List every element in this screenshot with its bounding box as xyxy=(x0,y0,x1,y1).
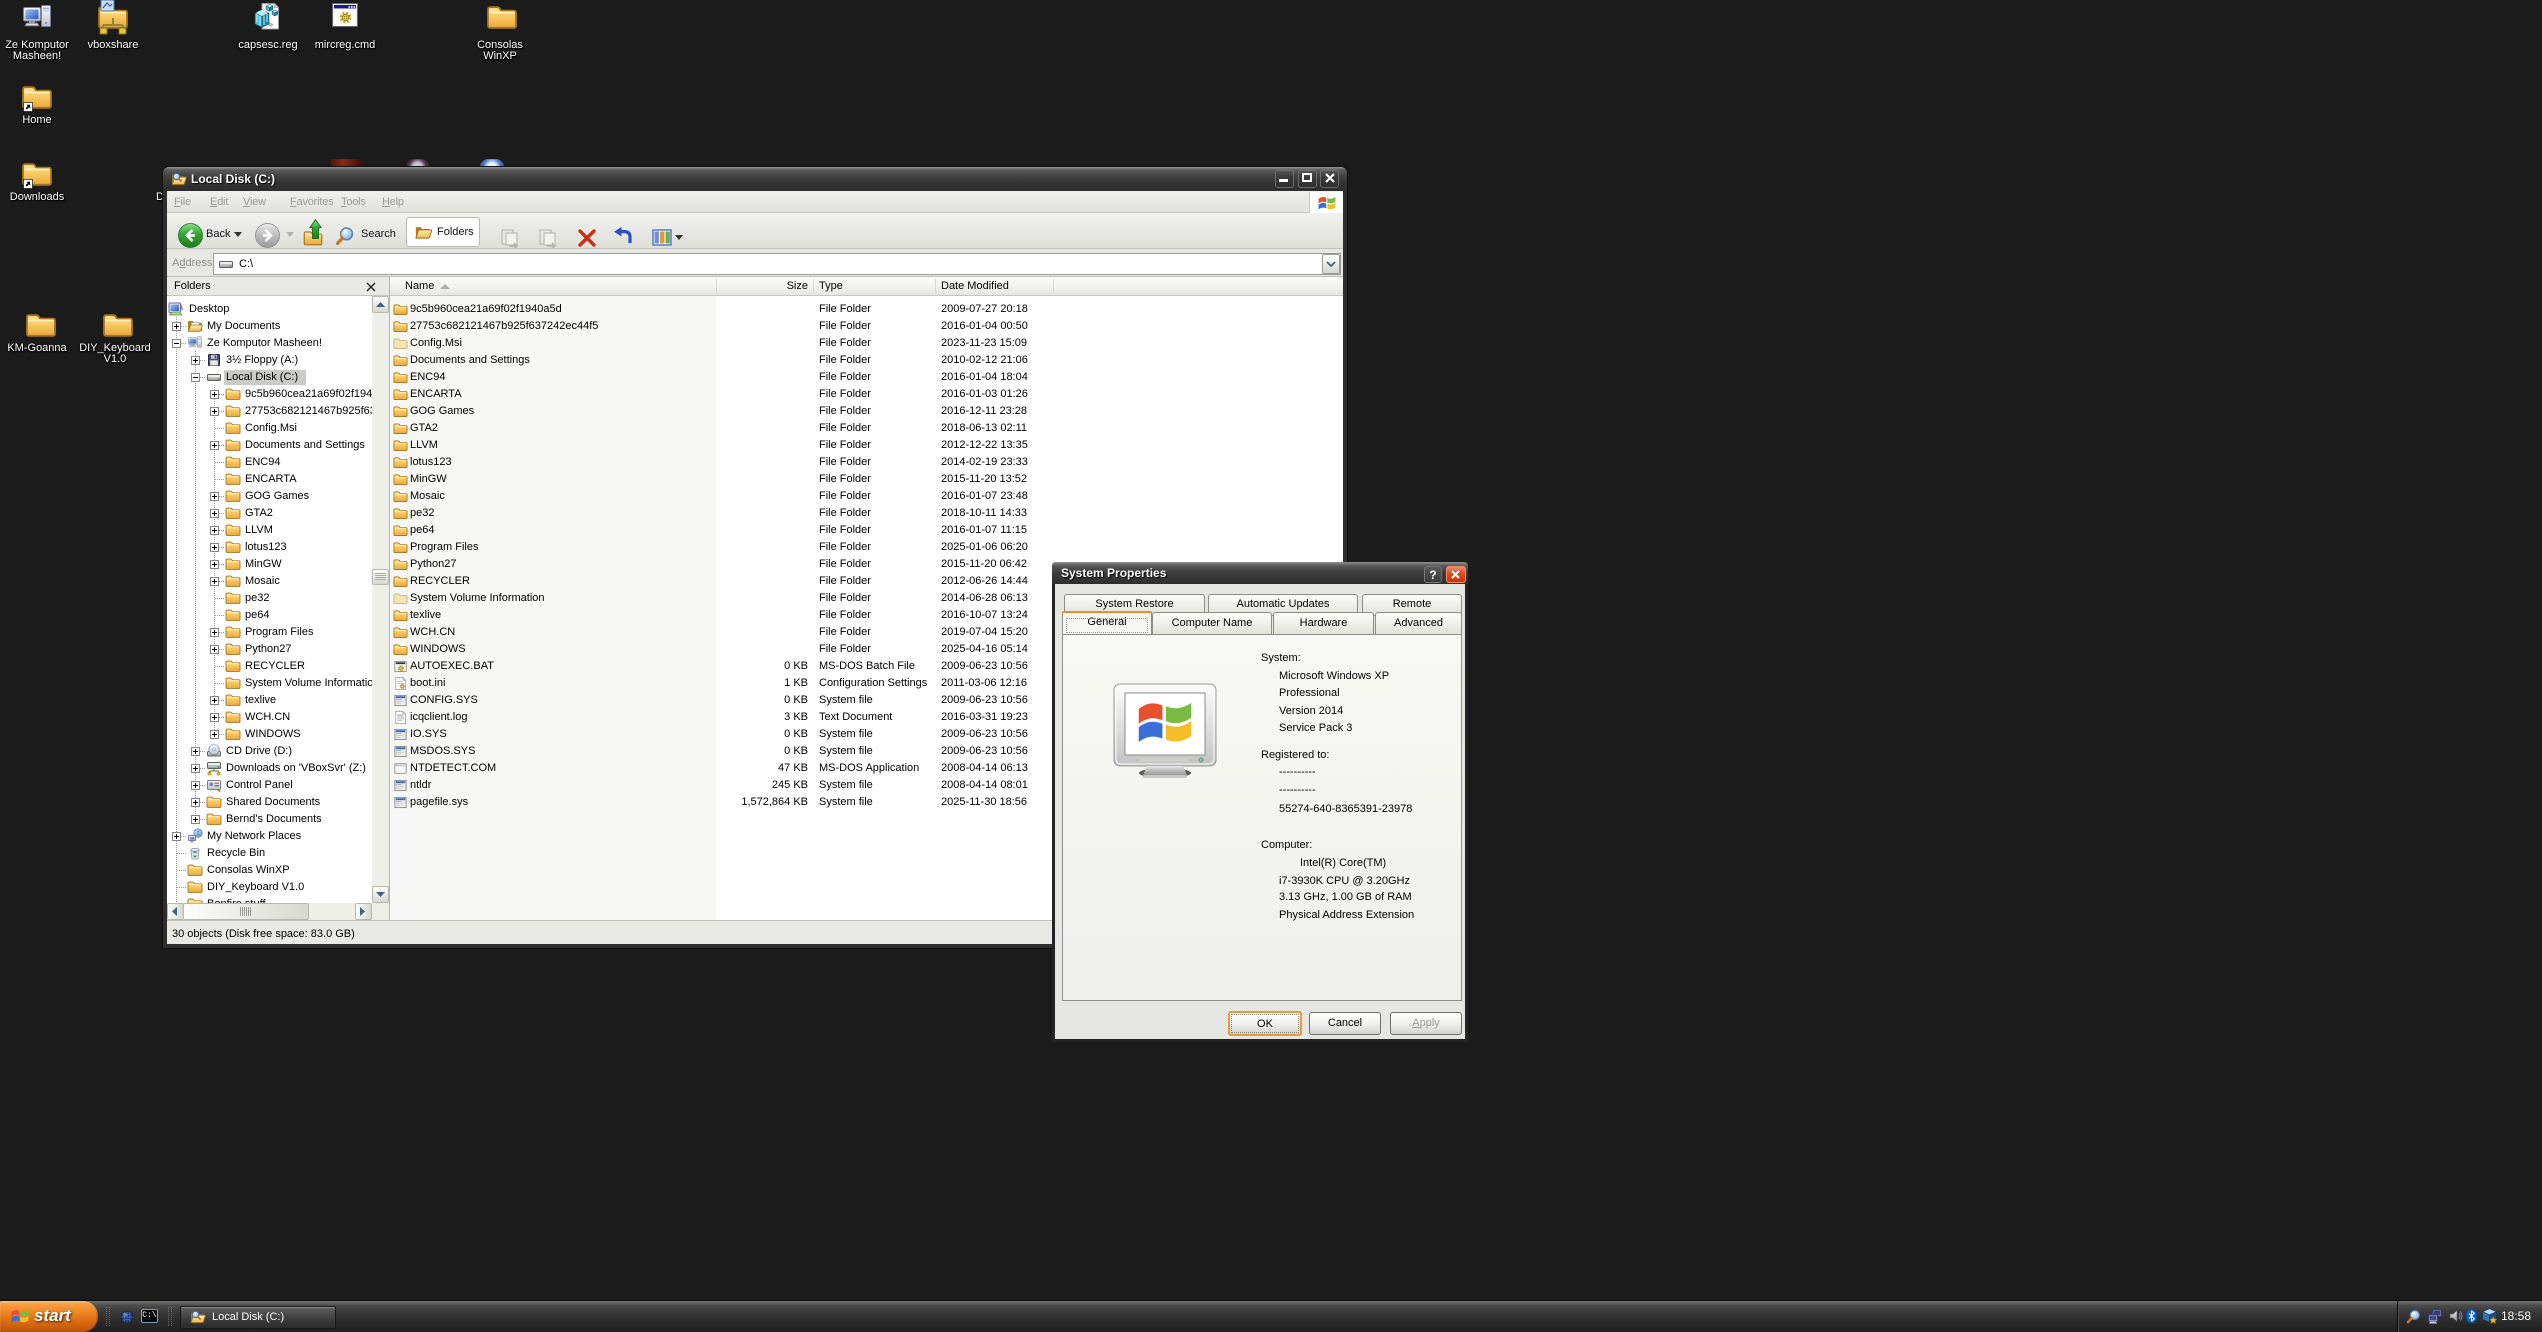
svg-text:?: ? xyxy=(1429,568,1436,582)
